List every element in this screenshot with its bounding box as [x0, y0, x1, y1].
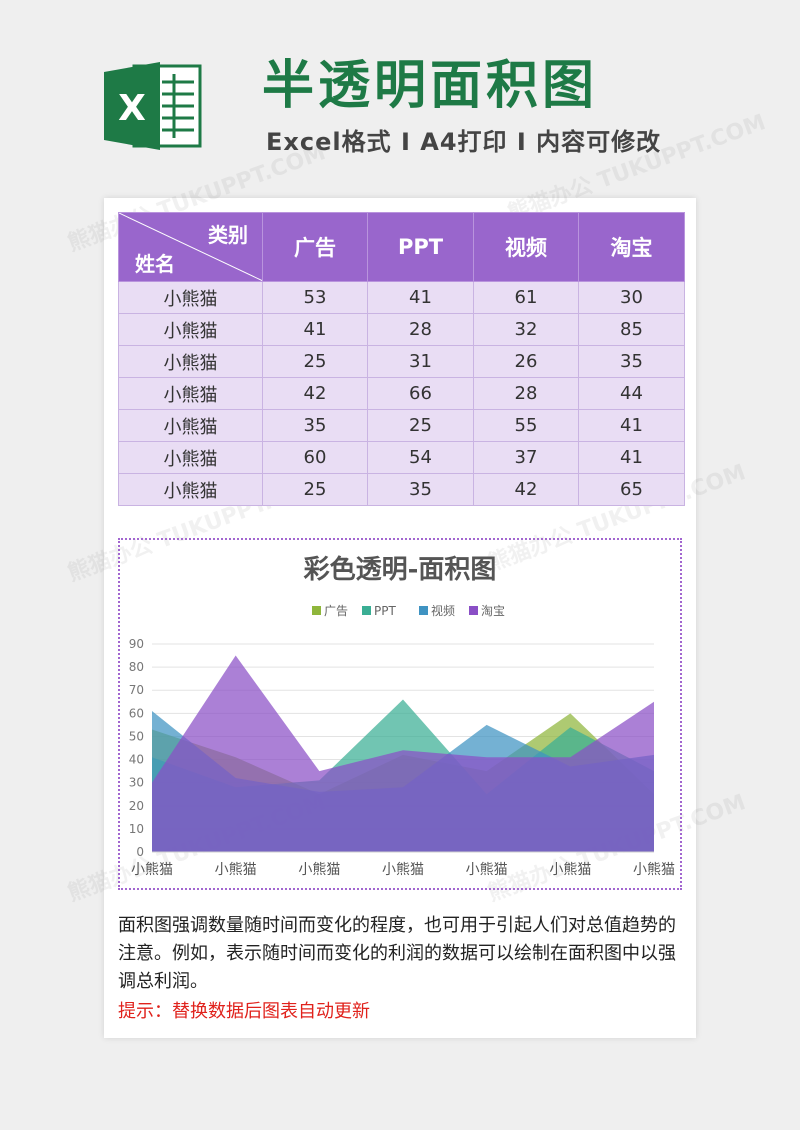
table-cell[interactable]: 32: [473, 313, 579, 346]
legend-swatch: [419, 606, 428, 615]
table-row: 小熊猫 53 41 61 30: [118, 281, 685, 314]
y-tick-label: 50: [129, 729, 144, 743]
row-name-cell[interactable]: 小熊猫: [118, 409, 263, 442]
page-title: 半透明面积图: [262, 56, 599, 116]
legend-label: PPT: [374, 604, 396, 618]
series-area: [152, 655, 654, 852]
column-header: 广告: [262, 212, 368, 282]
row-name-cell[interactable]: 小熊猫: [118, 281, 263, 314]
table-cell[interactable]: 85: [578, 313, 685, 346]
logo-letter: X: [118, 88, 146, 129]
legend-swatch: [469, 606, 478, 615]
table-row: 小熊猫 25 31 26 35: [118, 345, 685, 378]
table-cell[interactable]: 41: [578, 441, 685, 474]
area-chart: 彩色透明-面积图广告 PPT 视频 淘宝 0 10 20 30 40 50 60 70 80 90 小熊猫 小…: [129, 554, 675, 878]
table-cell[interactable]: 37: [473, 441, 579, 474]
legend-swatch: [312, 606, 321, 615]
corner-label-category: 类别: [208, 223, 248, 247]
table-cell[interactable]: 41: [262, 313, 368, 346]
column-header: 淘宝: [578, 212, 685, 282]
legend-label: 视频: [431, 603, 455, 618]
table-row: 小熊猫 42 66 28 44: [118, 377, 685, 410]
table-cell[interactable]: 35: [262, 409, 368, 442]
x-tick-label: 小熊猫: [549, 862, 591, 878]
corner-header-cell: 类别 姓名: [118, 212, 263, 282]
table-cell[interactable]: 28: [473, 377, 579, 410]
legend-label: 淘宝: [481, 604, 505, 618]
row-name-cell[interactable]: 小熊猫: [118, 345, 263, 378]
table-cell[interactable]: 25: [262, 473, 368, 506]
table-cell[interactable]: 41: [367, 281, 474, 314]
y-tick-label: 60: [129, 706, 144, 720]
table-row: 小熊猫 41 28 32 85: [118, 313, 685, 346]
table-cell[interactable]: 31: [367, 345, 474, 378]
x-tick-label: 小熊猫: [215, 862, 257, 878]
table-cell[interactable]: 42: [262, 377, 368, 410]
x-tick-label: 小熊猫: [298, 862, 340, 878]
y-tick-label: 0: [136, 845, 144, 859]
table-row: 小熊猫 25 35 42 65: [118, 473, 685, 506]
table-cell[interactable]: 25: [262, 345, 368, 378]
x-tick-label: 小熊猫: [633, 862, 675, 878]
table-cell[interactable]: 42: [473, 473, 579, 506]
x-tick-label: 小熊猫: [382, 862, 424, 878]
chart-container[interactable]: 彩色透明-面积图广告 PPT 视频 淘宝 0 10 20 30 40 50 60 70 80 90 小熊猫 小…: [118, 538, 682, 890]
update-hint: 提示：替换数据后图表自动更新: [118, 1001, 370, 1022]
row-name-cell[interactable]: 小熊猫: [118, 473, 263, 506]
table-cell[interactable]: 66: [367, 377, 474, 410]
y-tick-label: 70: [129, 683, 144, 697]
x-tick-label: 小熊猫: [131, 862, 173, 878]
row-name-cell[interactable]: 小熊猫: [118, 377, 263, 410]
y-tick-label: 40: [129, 753, 144, 767]
table-row: 小熊猫 60 54 37 41: [118, 441, 685, 474]
table-cell[interactable]: 35: [578, 345, 685, 378]
legend-label: 广告: [324, 604, 348, 618]
row-name-cell[interactable]: 小熊猫: [118, 313, 263, 346]
excel-logo-icon: X: [104, 62, 202, 150]
legend-swatch: [362, 606, 371, 615]
table-cell[interactable]: 25: [367, 409, 474, 442]
column-header: 视频: [473, 212, 579, 282]
table-cell[interactable]: 55: [473, 409, 579, 442]
table-header-row: 类别 姓名 广告 PPT 视频 淘宝: [118, 212, 685, 282]
y-tick-label: 90: [129, 637, 144, 651]
table-cell[interactable]: 65: [578, 473, 685, 506]
table-row: 小熊猫 35 25 55 41: [118, 409, 685, 442]
y-tick-label: 30: [129, 776, 144, 790]
table-cell[interactable]: 61: [473, 281, 579, 314]
table-cell[interactable]: 28: [367, 313, 474, 346]
row-name-cell[interactable]: 小熊猫: [118, 441, 263, 474]
table-cell[interactable]: 53: [262, 281, 368, 314]
y-tick-label: 20: [129, 799, 144, 813]
data-table: 类别 姓名 广告 PPT 视频 淘宝 小熊猫 53 41 61 30 小熊猫 4…: [118, 212, 685, 506]
table-cell[interactable]: 44: [578, 377, 685, 410]
corner-label-name: 姓名: [135, 252, 175, 276]
y-tick-label: 80: [129, 660, 144, 674]
table-cell[interactable]: 41: [578, 409, 685, 442]
table-cell[interactable]: 54: [367, 441, 474, 474]
table-cell[interactable]: 26: [473, 345, 579, 378]
chart-title: 彩色透明-面积图: [303, 554, 497, 585]
column-header: PPT: [367, 212, 474, 282]
table-cell[interactable]: 60: [262, 441, 368, 474]
table-cell[interactable]: 30: [578, 281, 685, 314]
table-cell[interactable]: 35: [367, 473, 474, 506]
chart-description: 面积图强调数量随时间而变化的程度，也可用于引起人们对总值趋势的注意。例如，表示随…: [118, 915, 676, 992]
x-tick-label: 小熊猫: [466, 862, 508, 878]
y-tick-label: 10: [129, 822, 144, 836]
